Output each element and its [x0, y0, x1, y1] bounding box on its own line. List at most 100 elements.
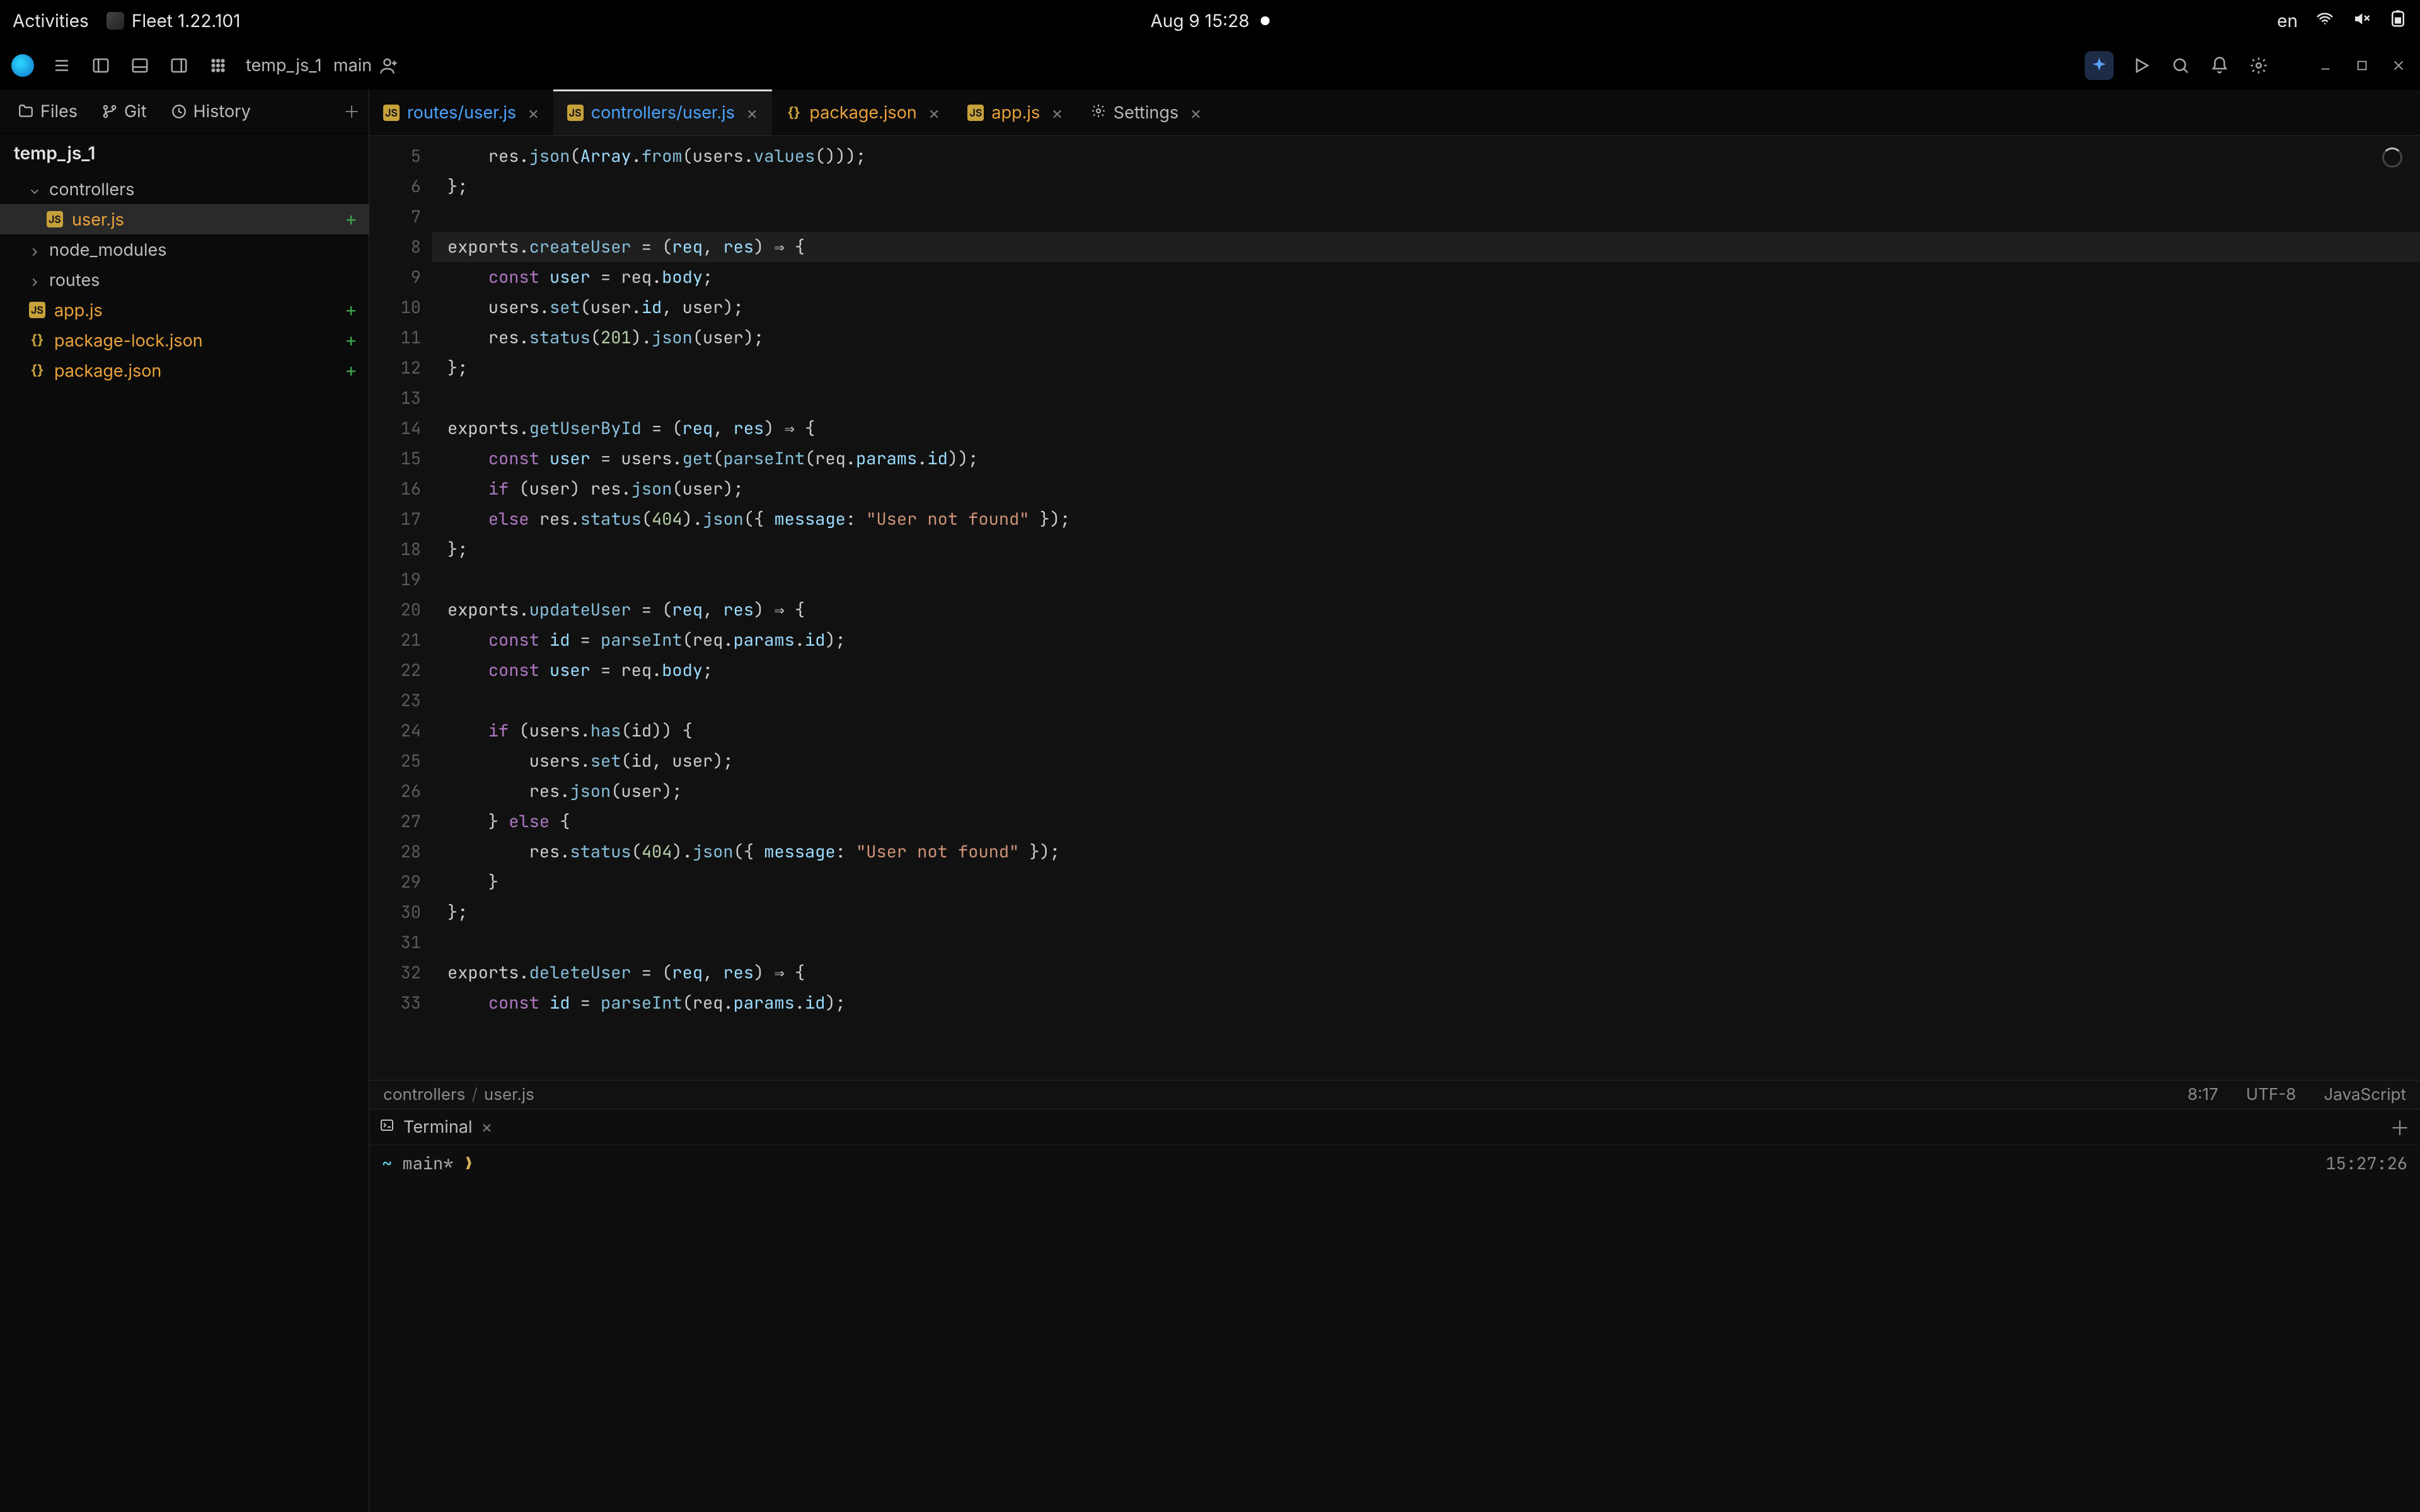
branch-name: main: [333, 55, 372, 76]
editor-tab[interactable]: {}package.json×: [772, 89, 954, 135]
terminal-body[interactable]: ~ main* ❯ 15:27:26: [369, 1145, 2420, 1512]
battery-icon[interactable]: [2388, 9, 2407, 33]
tree-folder[interactable]: controllers: [0, 174, 369, 204]
code-line[interactable]: const user = users.get(parseInt(req.para…: [432, 444, 2420, 474]
code-line[interactable]: const user = req.body;: [432, 655, 2420, 685]
sidebar-tab-history[interactable]: History: [162, 96, 260, 127]
run-icon[interactable]: [2130, 54, 2153, 77]
code-line[interactable]: } else {: [432, 806, 2420, 837]
code-line[interactable]: const id = parseInt(req.params.id);: [432, 988, 2420, 1018]
line-number: 18: [369, 534, 421, 564]
code-line[interactable]: }: [432, 867, 2420, 897]
gear-icon[interactable]: [2247, 54, 2270, 77]
window-close-button[interactable]: [2388, 55, 2409, 76]
code-line[interactable]: if (user) res.json(user);: [432, 474, 2420, 504]
code-line[interactable]: };: [432, 897, 2420, 927]
code-line[interactable]: if (users.has(id)) {: [432, 716, 2420, 746]
window-minimize-button[interactable]: [2315, 55, 2336, 76]
terminal-tab-label[interactable]: Terminal: [403, 1116, 473, 1137]
code-line[interactable]: res.json(Array.from(users.values()));: [432, 141, 2420, 171]
breadcrumb-file[interactable]: user.js: [484, 1085, 534, 1104]
project-root-label[interactable]: temp_js_1: [0, 134, 369, 173]
code-line[interactable]: };: [432, 353, 2420, 383]
code-line[interactable]: res.status(201).json(user);: [432, 323, 2420, 353]
js-file-icon: JS: [383, 105, 400, 121]
line-number: 21: [369, 625, 421, 655]
encoding-label[interactable]: UTF-8: [2246, 1085, 2296, 1104]
tree-file[interactable]: JSapp.js+: [0, 295, 369, 325]
code-line[interactable]: users.set(user.id, user);: [432, 292, 2420, 323]
code-line[interactable]: };: [432, 534, 2420, 564]
tree-file[interactable]: JSuser.js+: [0, 204, 369, 234]
line-number: 12: [369, 353, 421, 383]
code-line[interactable]: [432, 202, 2420, 232]
tree-folder[interactable]: routes: [0, 265, 369, 295]
tree-item-label: user.js: [72, 209, 124, 230]
tab-close-button[interactable]: ×: [928, 102, 940, 123]
editor-tab[interactable]: Settings×: [1077, 89, 1216, 135]
chevron-icon: [28, 182, 42, 196]
fleet-logo-icon[interactable]: [11, 54, 34, 77]
code-line[interactable]: const user = req.body;: [432, 262, 2420, 292]
chevron-icon: [28, 273, 42, 287]
editor-tab[interactable]: JSroutes/user.js×: [369, 89, 553, 135]
sidebar-add-tab-button[interactable]: ＋: [343, 100, 360, 123]
code-line[interactable]: };: [432, 171, 2420, 202]
ai-assistant-button[interactable]: [2085, 51, 2114, 80]
code-line[interactable]: [432, 564, 2420, 595]
wifi-icon[interactable]: [2315, 9, 2334, 33]
code-line[interactable]: else res.status(404).json({ message: "Us…: [432, 504, 2420, 534]
apps-grid-icon[interactable]: [207, 54, 229, 77]
code-line[interactable]: exports.createUser = (req, res) ⇒ {: [432, 232, 2420, 262]
tree-folder[interactable]: node_modules: [0, 234, 369, 265]
code-line[interactable]: [432, 685, 2420, 716]
code-line[interactable]: res.status(404).json({ message: "User no…: [432, 837, 2420, 867]
code-content[interactable]: res.json(Array.from(users.values()));};e…: [432, 136, 2420, 1080]
code-line[interactable]: exports.deleteUser = (req, res) ⇒ {: [432, 958, 2420, 988]
terminal-add-tab-button[interactable]: ＋: [2390, 1113, 2410, 1142]
code-line[interactable]: exports.updateUser = (req, res) ⇒ {: [432, 595, 2420, 625]
code-line[interactable]: res.json(user);: [432, 776, 2420, 806]
tab-close-button[interactable]: ×: [1051, 102, 1063, 123]
activities-button[interactable]: Activities: [13, 10, 89, 32]
branch-icon[interactable]: main: [338, 54, 361, 77]
sidebar-tab-files[interactable]: Files: [9, 96, 86, 127]
terminal-tabs: Terminal × ＋: [369, 1109, 2420, 1145]
line-number: 19: [369, 564, 421, 595]
terminal-tab-close-button[interactable]: ×: [481, 1116, 493, 1137]
code-line[interactable]: [432, 927, 2420, 958]
tree-file[interactable]: {}package.json+: [0, 355, 369, 386]
editor-tab[interactable]: JScontrollers/user.js×: [553, 89, 772, 135]
line-number: 30: [369, 897, 421, 927]
add-collaborator-icon[interactable]: [377, 54, 400, 77]
tab-close-button[interactable]: ×: [746, 102, 758, 123]
code-line[interactable]: [432, 383, 2420, 413]
os-clock[interactable]: Aug 9 15:28: [1150, 10, 1249, 32]
editor-tab[interactable]: JSapp.js×: [954, 89, 1076, 135]
code-line[interactable]: const id = parseInt(req.params.id);: [432, 625, 2420, 655]
hamburger-icon[interactable]: [50, 54, 73, 77]
app-indicator[interactable]: Fleet 1.22.101: [107, 10, 241, 32]
panel-left-icon[interactable]: [89, 54, 112, 77]
bell-icon[interactable]: [2208, 54, 2231, 77]
window-maximize-button[interactable]: [2352, 55, 2372, 76]
panel-bottom-icon[interactable]: [129, 54, 151, 77]
os-lang[interactable]: en: [2277, 10, 2298, 32]
prompt-tilde: ~: [382, 1152, 392, 1175]
tab-close-button[interactable]: ×: [1190, 102, 1202, 123]
project-name[interactable]: temp_js_1: [246, 55, 322, 76]
tree-item-label: package-lock.json: [54, 330, 203, 351]
code-editor[interactable]: 5678910111213141516171819202122232425262…: [369, 136, 2420, 1080]
code-line[interactable]: users.set(id, user);: [432, 746, 2420, 776]
code-line[interactable]: exports.getUserById = (req, res) ⇒ {: [432, 413, 2420, 444]
breadcrumb-dir[interactable]: controllers: [383, 1085, 466, 1104]
sidebar-tab-git[interactable]: Git: [93, 96, 156, 127]
tree-file[interactable]: {}package-lock.json+: [0, 325, 369, 355]
terminal-prompt: ~ main* ❯: [382, 1152, 474, 1175]
volume-icon[interactable]: [2352, 9, 2371, 33]
cursor-position[interactable]: 8:17: [2187, 1085, 2218, 1104]
search-icon[interactable]: [2169, 54, 2192, 77]
tab-close-button[interactable]: ×: [527, 102, 539, 123]
language-label[interactable]: JavaScript: [2324, 1085, 2406, 1104]
panel-right-icon[interactable]: [168, 54, 190, 77]
